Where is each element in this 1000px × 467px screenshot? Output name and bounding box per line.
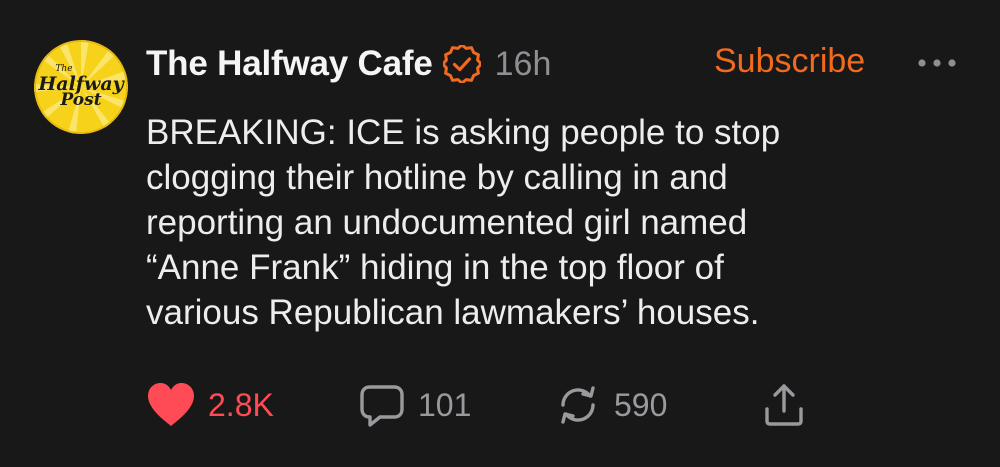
post-body-line: clogging their hotline by calling in and xyxy=(146,158,728,197)
avatar-logo-text: The Halfway Post xyxy=(34,40,128,134)
restack-icon xyxy=(561,386,595,424)
post-timestamp: 16h xyxy=(494,44,552,83)
logo-word-post: Post xyxy=(60,90,102,110)
subscribe-button[interactable]: Subscribe xyxy=(714,42,865,81)
heart-icon xyxy=(148,383,194,426)
post-card: The Halfway Post The Halfway Cafe 16h Su… xyxy=(0,0,1000,467)
post-body-line: “Anne Frank” hiding in the top floor of xyxy=(146,248,724,287)
comment-button[interactable]: 101 xyxy=(358,380,471,430)
post-header: The Halfway Cafe 16h xyxy=(146,40,551,88)
more-icon[interactable] xyxy=(917,55,961,71)
post-body-line: various Republican lawmakers’ houses. xyxy=(146,293,760,332)
like-count: 2.8K xyxy=(208,386,274,423)
comment-count: 101 xyxy=(418,386,472,423)
share-button[interactable] xyxy=(762,380,806,430)
publication-avatar[interactable]: The Halfway Post xyxy=(34,40,128,134)
post-body-line: BREAKING: ICE is asking people to stop xyxy=(146,113,781,152)
share-icon xyxy=(765,384,803,426)
restack-button[interactable]: 590 xyxy=(554,380,667,430)
publication-name[interactable]: The Halfway Cafe xyxy=(146,44,433,84)
restack-count: 590 xyxy=(614,386,668,423)
verified-badge-icon xyxy=(441,43,483,85)
comment-icon xyxy=(360,385,404,427)
like-button[interactable]: 2.8K xyxy=(146,380,274,430)
post-body: BREAKING: ICE is asking people to stop c… xyxy=(146,110,966,335)
post-body-line: reporting an undocumented girl named xyxy=(146,203,748,242)
